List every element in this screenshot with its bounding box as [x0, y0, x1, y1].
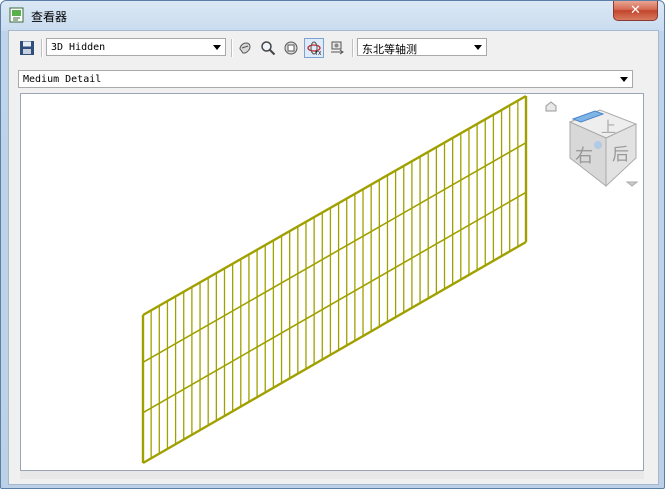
pan-hand-icon [239, 42, 251, 54]
toolbar-separator [352, 39, 354, 57]
zoom-extents-button[interactable] [281, 38, 301, 58]
detail-level-dropdown[interactable]: Medium Detail [18, 70, 633, 88]
save-button[interactable] [17, 38, 37, 58]
close-button[interactable]: ✕ [613, 1, 658, 21]
camera-view-icon [331, 41, 344, 55]
viewer-window: 查看器 ✕ 3D Hidden TX 东北等轴测 Medium Detail 上… [0, 0, 665, 489]
view-orientation-value: 东北等轴测 [362, 43, 417, 56]
visual-style-value: 3D Hidden [51, 42, 106, 53]
chevron-down-icon [213, 45, 221, 50]
view-button[interactable] [327, 38, 347, 58]
svg-text:TX: TX [314, 51, 322, 56]
viewer-client-area: 3D Hidden TX 东北等轴测 Medium Detail 上 右 后 [8, 30, 659, 485]
chevron-down-icon [474, 45, 482, 50]
chevron-down-icon [620, 77, 628, 82]
view-orientation-dropdown[interactable]: 东北等轴测 [357, 38, 487, 56]
toolbar-separator [41, 39, 43, 57]
viewcube-right-label: 后 [612, 145, 629, 165]
orbit-button[interactable]: TX [304, 38, 324, 58]
save-icon [20, 41, 34, 55]
magnifier-icon [261, 41, 276, 56]
toolbar: 3D Hidden TX 东北等轴测 [9, 31, 658, 63]
3d-viewport[interactable]: 上 右 后 [20, 93, 644, 471]
title-bar[interactable]: 查看器 ✕ [1, 1, 664, 31]
window-title: 查看器 [31, 10, 68, 24]
zoom-button[interactable] [258, 38, 278, 58]
detail-level-value: Medium Detail [23, 74, 102, 85]
viewcube-top-label: 上 [601, 118, 616, 136]
viewcube-left-label: 右 [575, 146, 593, 167]
viewcube-graphic: 上 右 后 [545, 101, 639, 188]
viewcube[interactable]: 上 右 后 [541, 100, 641, 210]
toolbar-separator [231, 39, 233, 57]
zoom-extents-icon [284, 41, 298, 55]
orbit-icon: TX [307, 41, 322, 56]
viewer-app-icon [9, 7, 24, 23]
viewcube-menu-icon[interactable] [625, 181, 639, 187]
pan-button[interactable] [235, 38, 255, 58]
viewport-bottom-strip [20, 471, 644, 479]
visual-style-dropdown[interactable]: 3D Hidden [46, 38, 226, 56]
home-icon[interactable] [545, 101, 557, 112]
